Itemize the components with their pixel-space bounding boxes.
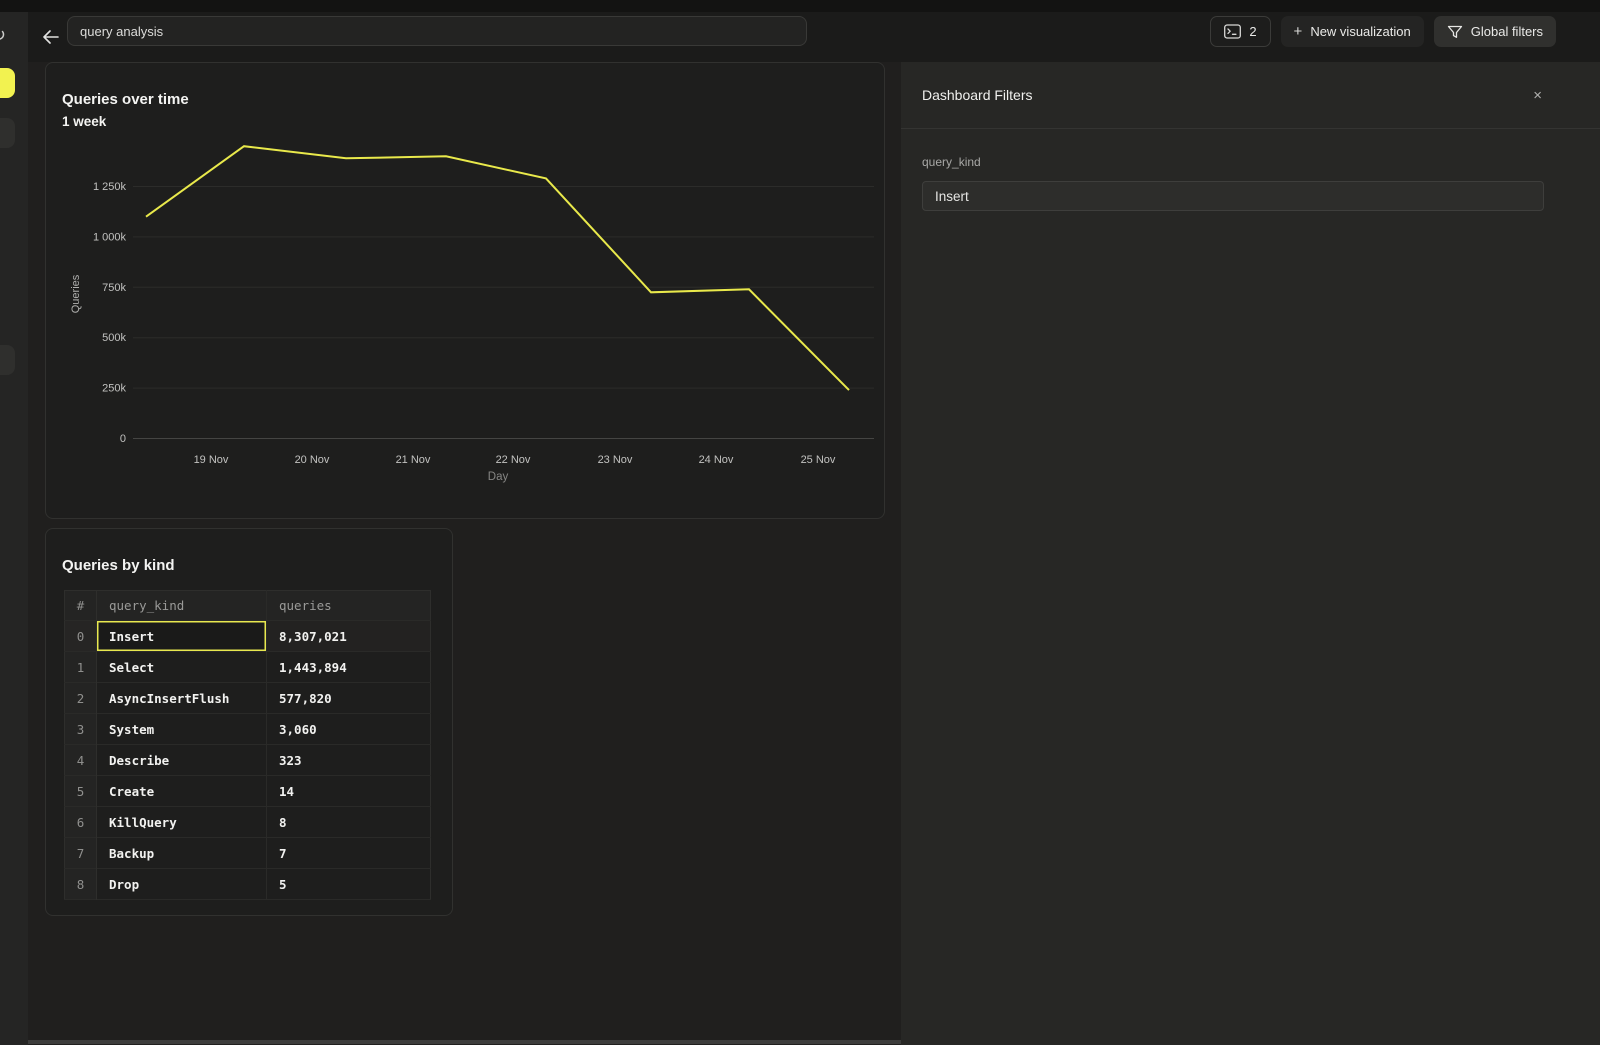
y-tick-label: 1 000k <box>93 231 127 243</box>
query-kind-filter-label: query_kind <box>922 155 1544 169</box>
cell-query-kind[interactable]: AsyncInsertFlush <box>97 683 267 714</box>
filter-funnel-icon <box>1447 25 1463 39</box>
row-index: 8 <box>65 869 97 900</box>
table-row: 3System3,060 <box>65 714 431 745</box>
queries-by-kind-table: #query_kindqueries 0Insert8,307,0211Sele… <box>64 590 431 900</box>
panel-header: Dashboard Filters × <box>901 62 1600 129</box>
x-tick-label: 25 Nov <box>801 454 836 466</box>
tab-count: 2 <box>1249 24 1256 39</box>
plus-icon: + <box>1294 24 1303 39</box>
cell-queries[interactable]: 8,307,021 <box>267 621 431 652</box>
column-header-query_kind: query_kind <box>97 591 267 621</box>
sidebar: ↻ <box>0 12 28 1045</box>
column-header-index: # <box>65 591 97 621</box>
global-filters-button[interactable]: Global filters <box>1434 16 1556 47</box>
row-index: 1 <box>65 652 97 683</box>
sidebar-item[interactable] <box>0 345 15 375</box>
sidebar-item-active[interactable] <box>0 68 15 98</box>
x-tick-label: 24 Nov <box>699 454 734 466</box>
chart-title: Queries over time <box>62 91 884 108</box>
close-panel-button[interactable]: × <box>1531 86 1544 105</box>
app-root: ↻ 2 + New visualization <box>0 0 1600 1045</box>
row-index: 0 <box>65 621 97 652</box>
y-axis-title: Queries <box>70 274 82 313</box>
topbar: 2 + New visualization Global filters <box>28 12 1600 62</box>
cell-queries[interactable]: 1,443,894 <box>267 652 431 683</box>
row-index: 2 <box>65 683 97 714</box>
y-tick-label: 500k <box>102 332 126 344</box>
cell-queries[interactable]: 3,060 <box>267 714 431 745</box>
panel-body: query_kind <box>901 129 1600 211</box>
cell-query-kind[interactable]: Insert <box>97 621 267 652</box>
row-index: 7 <box>65 838 97 869</box>
cell-query-kind[interactable]: Drop <box>97 869 267 900</box>
table-row: 2AsyncInsertFlush577,820 <box>65 683 431 714</box>
cell-query-kind[interactable]: Select <box>97 652 267 683</box>
sidebar-item[interactable] <box>0 118 15 148</box>
queries-by-kind-card: Queries by kind #query_kindqueries 0Inse… <box>45 528 453 916</box>
x-tick-label: 21 Nov <box>396 454 431 466</box>
dashboard-filters-panel: Dashboard Filters × query_kind <box>901 62 1600 1045</box>
row-index: 5 <box>65 776 97 807</box>
queries-over-time-card: Queries over time 1 week 0 250k 500k 750k 1 … <box>45 62 885 519</box>
cell-queries[interactable]: 323 <box>267 745 431 776</box>
console-tabs-button[interactable]: 2 <box>1210 16 1270 47</box>
table-header-row: #query_kindqueries <box>65 591 431 621</box>
new-visualization-label: New visualization <box>1310 24 1410 39</box>
row-index: 6 <box>65 807 97 838</box>
global-filters-label: Global filters <box>1471 24 1543 39</box>
panel-title: Dashboard Filters <box>922 87 1033 103</box>
table-row: 4Describe323 <box>65 745 431 776</box>
table-row: 6KillQuery8 <box>65 807 431 838</box>
dashboard-title-input[interactable] <box>67 16 807 46</box>
table-row: 7Backup7 <box>65 838 431 869</box>
y-tick-label: 250k <box>102 383 126 395</box>
row-index: 3 <box>65 714 97 745</box>
arrow-left-icon <box>42 30 60 44</box>
queries-over-time-line-chart: 0 250k 500k 750k 1 000k 1 250k 19 Nov 20 Nov 21 … <box>46 63 886 520</box>
refresh-icon[interactable]: ↻ <box>0 25 6 46</box>
y-tick-label: 0 <box>120 433 126 445</box>
back-button[interactable] <box>36 22 66 52</box>
cell-query-kind[interactable]: Describe <box>97 745 267 776</box>
console-icon <box>1224 24 1241 39</box>
table-row: 1Select1,443,894 <box>65 652 431 683</box>
x-tick-label: 19 Nov <box>194 454 229 466</box>
cell-queries[interactable]: 14 <box>267 776 431 807</box>
y-tick-label: 750k <box>102 282 126 294</box>
column-header-queries: queries <box>267 591 431 621</box>
window-top-edge <box>0 0 1600 12</box>
y-tick-label: 1 250k <box>93 181 127 193</box>
new-visualization-button[interactable]: + New visualization <box>1281 16 1424 47</box>
cell-queries[interactable]: 5 <box>267 869 431 900</box>
series-line-queries <box>146 146 849 390</box>
cell-query-kind[interactable]: KillQuery <box>97 807 267 838</box>
chart-subtitle: 1 week <box>62 114 884 129</box>
cell-query-kind[interactable]: Create <box>97 776 267 807</box>
topbar-actions: 2 + New visualization Global filters <box>1210 16 1556 47</box>
cell-queries[interactable]: 8 <box>267 807 431 838</box>
x-tick-label: 22 Nov <box>496 454 531 466</box>
table-row: 0Insert8,307,021 <box>65 621 431 652</box>
row-index: 4 <box>65 745 97 776</box>
table-row: 5Create14 <box>65 776 431 807</box>
x-tick-label: 23 Nov <box>598 454 633 466</box>
cell-queries[interactable]: 577,820 <box>267 683 431 714</box>
query-kind-filter-input[interactable] <box>922 181 1544 211</box>
cell-query-kind[interactable]: System <box>97 714 267 745</box>
cell-queries[interactable]: 7 <box>267 838 431 869</box>
table-row: 8Drop5 <box>65 869 431 900</box>
cell-query-kind[interactable]: Backup <box>97 838 267 869</box>
dashboard-canvas: Queries over time 1 week 0 250k 500k 750k 1 … <box>28 62 901 1045</box>
table-wrap: #query_kindqueries 0Insert8,307,0211Sele… <box>64 590 431 900</box>
table-title: Queries by kind <box>62 557 452 574</box>
x-axis-title: Day <box>488 471 509 483</box>
x-tick-label: 20 Nov <box>295 454 330 466</box>
